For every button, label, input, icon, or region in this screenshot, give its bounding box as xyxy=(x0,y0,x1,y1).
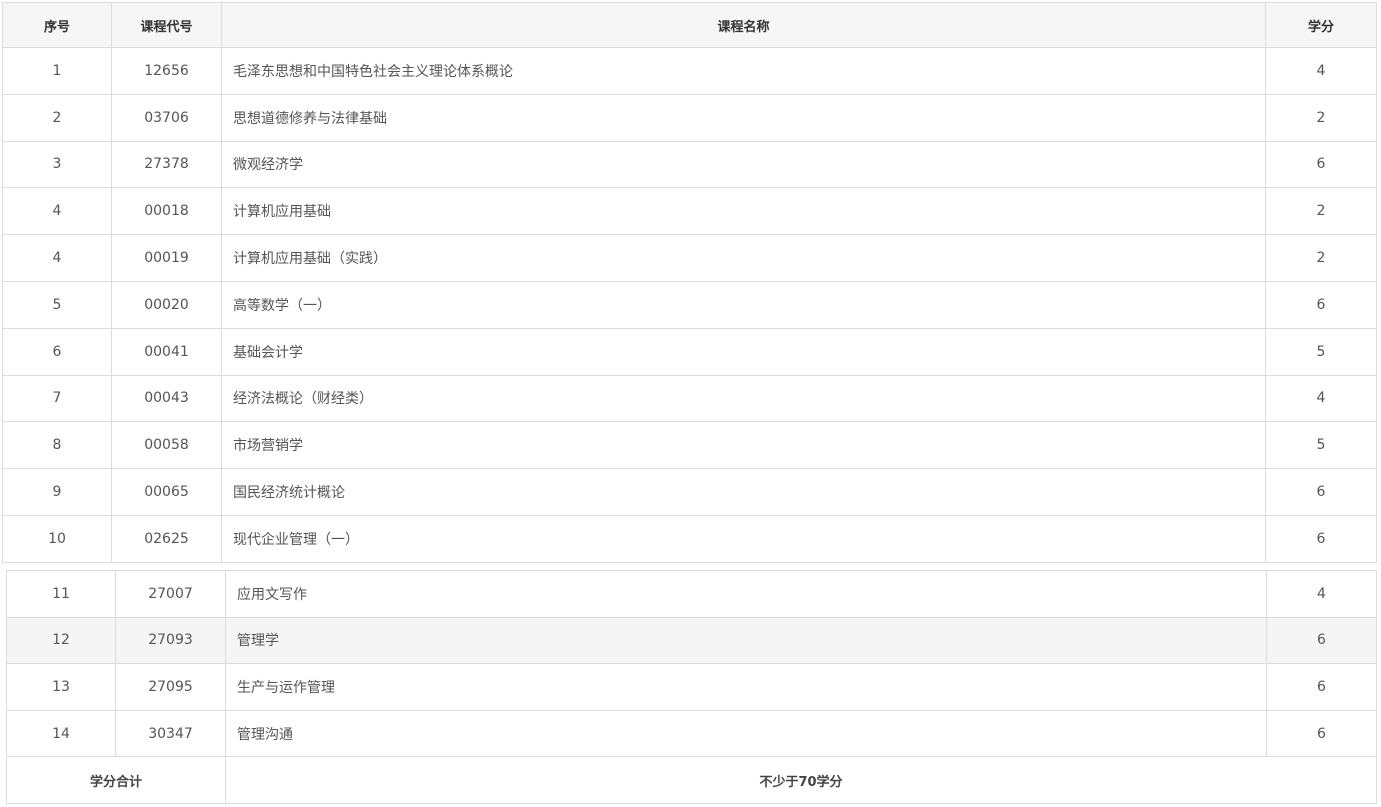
table-row: 12 27093 管理学 6 xyxy=(6,616,1377,665)
cell-name: 经济法概论（财经类） xyxy=(221,374,1266,423)
cell-name: 应用文写作 xyxy=(225,570,1267,618)
cell-credit: 6 xyxy=(1266,616,1377,665)
header-code: 课程代号 xyxy=(111,2,222,48)
cell-name: 毛泽东思想和中国特色社会主义理论体系概论 xyxy=(221,47,1266,95)
table-split-gap xyxy=(0,563,1381,570)
cell-seq: 5 xyxy=(2,280,112,329)
table-row: 4 00019 计算机应用基础（实践） 2 xyxy=(2,234,1377,282)
cell-credit: 5 xyxy=(1265,327,1377,376)
cell-seq: 1 xyxy=(2,47,112,95)
table-row: 3 27378 微观经济学 6 xyxy=(2,140,1377,189)
cell-seq: 12 xyxy=(6,616,116,665)
cell-credit: 6 xyxy=(1265,140,1377,189)
cell-name: 微观经济学 xyxy=(221,140,1266,189)
cell-name: 现代企业管理（一） xyxy=(221,514,1266,563)
cell-code: 30347 xyxy=(115,709,226,758)
cell-code: 27378 xyxy=(111,140,222,189)
cell-seq: 4 xyxy=(2,187,112,236)
cell-name: 生产与运作管理 xyxy=(225,663,1267,711)
cell-credit: 6 xyxy=(1266,663,1377,711)
cell-credit: 4 xyxy=(1265,374,1377,423)
cell-code: 12656 xyxy=(111,47,222,95)
cell-code: 27007 xyxy=(115,570,226,618)
cell-credit: 6 xyxy=(1265,468,1377,516)
cell-name: 基础会计学 xyxy=(221,327,1266,376)
table-row: 9 00065 国民经济统计概论 6 xyxy=(2,468,1377,516)
table-row: 11 27007 应用文写作 4 xyxy=(6,570,1377,618)
table-row: 10 02625 现代企业管理（一） 6 xyxy=(2,514,1377,563)
header-seq: 序号 xyxy=(2,2,112,48)
cell-code: 00041 xyxy=(111,327,222,376)
cell-name: 国民经济统计概论 xyxy=(221,468,1266,516)
cell-name: 思想道德修养与法律基础 xyxy=(221,93,1266,142)
cell-seq: 13 xyxy=(6,663,116,711)
total-label: 学分合计 xyxy=(6,756,226,804)
cell-credit: 4 xyxy=(1265,47,1377,95)
table-row: 5 00020 高等数学（一） 6 xyxy=(2,280,1377,329)
cell-seq: 3 xyxy=(2,140,112,189)
cell-name: 高等数学（一） xyxy=(221,280,1266,329)
cell-seq: 14 xyxy=(6,709,116,758)
table-row: 4 00018 计算机应用基础 2 xyxy=(2,187,1377,236)
cell-code: 02625 xyxy=(111,514,222,563)
cell-name: 管理沟通 xyxy=(225,709,1267,758)
cell-credit: 5 xyxy=(1265,421,1377,470)
cell-name: 市场营销学 xyxy=(221,421,1266,470)
cell-credit: 2 xyxy=(1265,187,1377,236)
course-table-bottom: 11 27007 应用文写作 4 12 27093 管理学 6 13 27095… xyxy=(6,570,1377,804)
cell-credit: 2 xyxy=(1265,93,1377,142)
cell-credit: 6 xyxy=(1266,709,1377,758)
cell-code: 00019 xyxy=(111,234,222,282)
cell-code: 03706 xyxy=(111,93,222,142)
cell-credit: 4 xyxy=(1266,570,1377,618)
header-credit: 学分 xyxy=(1265,2,1377,48)
cell-name: 计算机应用基础 xyxy=(221,187,1266,236)
cell-code: 00020 xyxy=(111,280,222,329)
cell-name: 计算机应用基础（实践） xyxy=(221,234,1266,282)
cell-code: 27093 xyxy=(115,616,226,665)
table-header-row: 序号 课程代号 课程名称 学分 xyxy=(2,2,1377,48)
course-table-top: 序号 课程代号 课程名称 学分 1 12656 毛泽东思想和中国特色社会主义理论… xyxy=(2,2,1377,563)
table-row: 2 03706 思想道德修养与法律基础 2 xyxy=(2,93,1377,142)
table-row: 14 30347 管理沟通 6 xyxy=(6,709,1377,758)
cell-seq: 4 xyxy=(2,234,112,282)
course-credit-page: 序号 课程代号 课程名称 学分 1 12656 毛泽东思想和中国特色社会主义理论… xyxy=(0,0,1381,807)
cell-credit: 6 xyxy=(1265,514,1377,563)
cell-code: 27095 xyxy=(115,663,226,711)
cell-seq: 6 xyxy=(2,327,112,376)
table-row: 8 00058 市场营销学 5 xyxy=(2,421,1377,470)
table-row: 7 00043 经济法概论（财经类） 4 xyxy=(2,374,1377,423)
cell-name: 管理学 xyxy=(225,616,1267,665)
header-name: 课程名称 xyxy=(221,2,1266,48)
cell-credit: 6 xyxy=(1265,280,1377,329)
cell-seq: 8 xyxy=(2,421,112,470)
cell-code: 00018 xyxy=(111,187,222,236)
cell-code: 00058 xyxy=(111,421,222,470)
cell-credit: 2 xyxy=(1265,234,1377,282)
cell-seq: 10 xyxy=(2,514,112,563)
cell-seq: 7 xyxy=(2,374,112,423)
cell-seq: 9 xyxy=(2,468,112,516)
total-value: 不少于70学分 xyxy=(225,756,1377,804)
cell-seq: 2 xyxy=(2,93,112,142)
cell-code: 00043 xyxy=(111,374,222,423)
total-row: 学分合计 不少于70学分 xyxy=(6,756,1377,804)
cell-seq: 11 xyxy=(6,570,116,618)
table-row: 1 12656 毛泽东思想和中国特色社会主义理论体系概论 4 xyxy=(2,47,1377,95)
cell-code: 00065 xyxy=(111,468,222,516)
table-row: 13 27095 生产与运作管理 6 xyxy=(6,663,1377,711)
table-row: 6 00041 基础会计学 5 xyxy=(2,327,1377,376)
